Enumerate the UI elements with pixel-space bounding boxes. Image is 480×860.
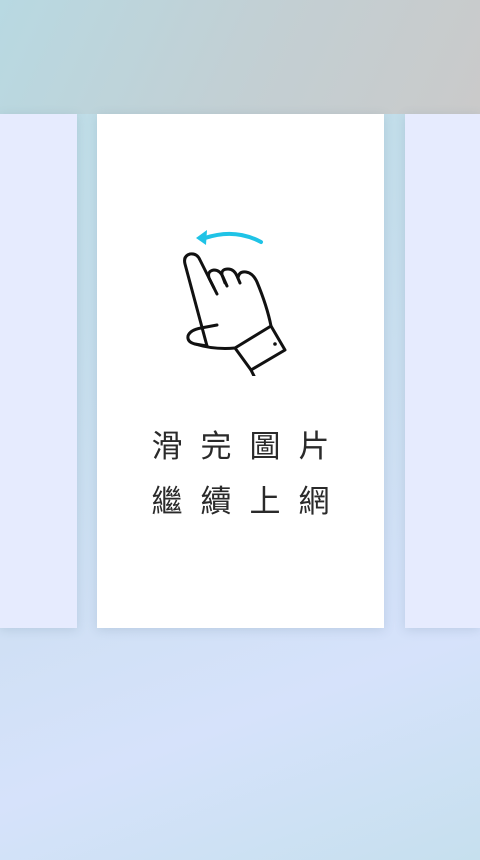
- swipe-left-hand-icon: [183, 230, 287, 376]
- hint-text-line-1: 滑完圖片: [151, 429, 348, 465]
- swipe-tutorial-card[interactable]: 滑完圖片 繼續上網: [97, 114, 384, 628]
- top-backdrop: [0, 0, 480, 114]
- swipe-arrow-head: [196, 230, 207, 245]
- next-card-peek[interactable]: [405, 114, 480, 628]
- previous-card-peek[interactable]: [0, 114, 77, 628]
- swipe-arrow-arc: [203, 231, 263, 244]
- hint-text-line-2: 繼續上網: [151, 484, 348, 520]
